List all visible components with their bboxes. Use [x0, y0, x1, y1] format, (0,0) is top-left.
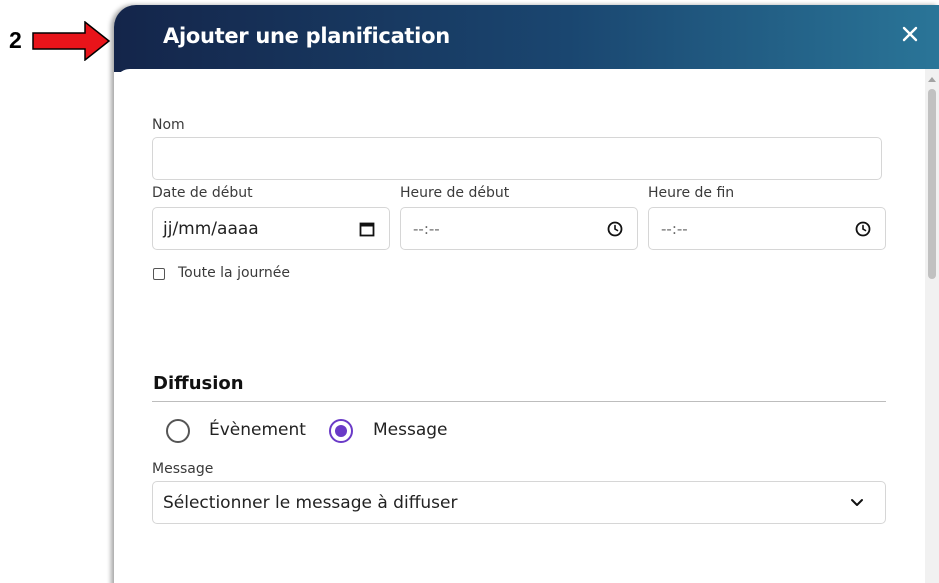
radio-event-label[interactable]: Évènement: [209, 420, 306, 440]
dialog-body: Nom Date de début jj/mm/aaaa Heure de dé…: [114, 69, 925, 583]
close-button[interactable]: [897, 21, 923, 47]
scrollbar[interactable]: [925, 69, 939, 583]
radio-message-label[interactable]: Message: [373, 420, 448, 440]
message-select[interactable]: Sélectionner le message à diffuser: [152, 481, 886, 524]
close-icon: [902, 26, 918, 42]
scroll-thumb[interactable]: [928, 89, 936, 279]
diffusion-title: Diffusion: [153, 373, 244, 394]
annotation-arrow-icon: [32, 21, 111, 61]
all-day-label[interactable]: Toute la journée: [178, 265, 290, 281]
end-time-input[interactable]: --:--: [648, 207, 886, 250]
message-select-value: Sélectionner le message à diffuser: [163, 493, 458, 513]
screen: 2 Ajouter une planification Nom Date de …: [0, 0, 939, 583]
add-schedule-dialog: Ajouter une planification Nom Date de dé…: [114, 5, 939, 583]
name-input[interactable]: [152, 137, 882, 180]
clock-icon[interactable]: [606, 220, 624, 238]
radio-event[interactable]: [166, 419, 190, 443]
start-date-label: Date de début: [152, 185, 253, 201]
section-divider: [152, 401, 886, 402]
clock-icon[interactable]: [854, 220, 872, 238]
end-time-label: Heure de fin: [648, 185, 735, 201]
step-number: 2: [9, 27, 22, 53]
start-time-placeholder: --:--: [413, 220, 440, 238]
message-label: Message: [152, 461, 214, 477]
end-time-placeholder: --:--: [661, 220, 688, 238]
chevron-down-icon: [851, 499, 863, 506]
name-label: Nom: [152, 117, 185, 133]
all-day-checkbox[interactable]: [153, 268, 165, 280]
start-time-label: Heure de début: [400, 185, 510, 201]
dialog-header: Ajouter une planification: [114, 5, 939, 72]
scroll-up-arrow-icon[interactable]: [928, 77, 936, 82]
dialog-title: Ajouter une planification: [163, 24, 450, 48]
start-time-input[interactable]: --:--: [400, 207, 638, 250]
radio-message[interactable]: [329, 419, 353, 443]
start-date-placeholder: jj/mm/aaaa: [163, 219, 259, 239]
start-date-input[interactable]: jj/mm/aaaa: [152, 207, 390, 250]
calendar-icon[interactable]: [358, 220, 376, 238]
